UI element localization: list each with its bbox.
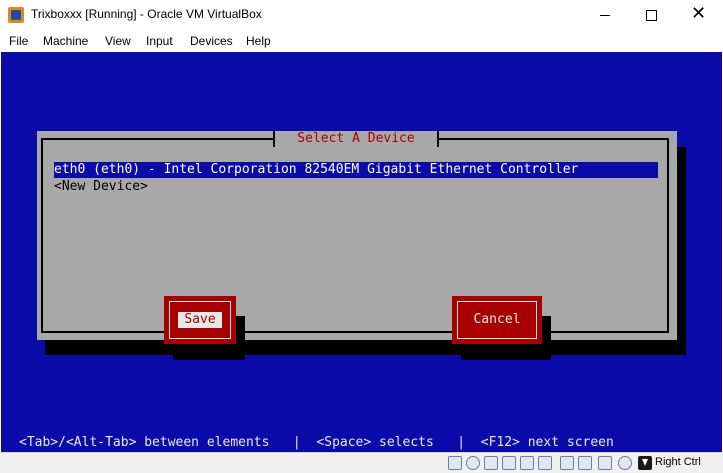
dialog-title: Select A Device bbox=[297, 131, 415, 146]
keyboard-hint-bar: <Tab>/<Alt-Tab> between elements | <Spac… bbox=[19, 435, 614, 450]
cancel-button-label: Cancel bbox=[473, 312, 521, 327]
maximize-button[interactable] bbox=[628, 0, 674, 30]
menu-machine[interactable]: Machine bbox=[43, 34, 88, 48]
virtualbox-icon bbox=[8, 7, 24, 23]
video-capture-icon[interactable] bbox=[578, 456, 592, 470]
mouse-integration-icon[interactable] bbox=[618, 456, 632, 470]
close-icon: ✕ bbox=[691, 3, 707, 24]
menu-file[interactable]: File bbox=[9, 34, 28, 48]
menu-input[interactable]: Input bbox=[146, 34, 173, 48]
menu-bar: File Machine View Input Devices Help bbox=[0, 31, 723, 52]
host-key-icon[interactable] bbox=[638, 456, 652, 470]
window-title: Trixboxxx [Running] - Oracle VM VirtualB… bbox=[31, 7, 262, 21]
save-button-label: Save bbox=[178, 312, 222, 328]
menu-view[interactable]: View bbox=[105, 34, 131, 48]
cancel-button[interactable]: Cancel bbox=[452, 296, 542, 344]
cpu-icon[interactable] bbox=[598, 456, 612, 470]
host-key-label: Right Ctrl bbox=[655, 456, 701, 468]
status-bar: Right Ctrl bbox=[0, 452, 723, 473]
menu-devices[interactable]: Devices bbox=[190, 34, 233, 48]
device-list-item-selected[interactable]: eth0 (eth0) - Intel Corporation 82540EM … bbox=[54, 162, 658, 178]
optical-drive-icon[interactable] bbox=[466, 456, 480, 470]
usb-icon[interactable] bbox=[520, 456, 534, 470]
minimize-icon bbox=[600, 15, 610, 16]
hard-disk-icon[interactable] bbox=[448, 456, 462, 470]
audio-icon[interactable] bbox=[484, 456, 498, 470]
minimize-button[interactable] bbox=[582, 0, 628, 30]
save-button[interactable]: Save bbox=[164, 296, 236, 344]
display-icon[interactable] bbox=[560, 456, 574, 470]
network-icon[interactable] bbox=[502, 456, 516, 470]
vm-screen[interactable]: Select A Device eth0 (eth0) - Intel Corp… bbox=[1, 52, 722, 452]
dialog-title-box: Select A Device bbox=[273, 131, 439, 147]
shared-folders-icon[interactable] bbox=[538, 456, 552, 470]
title-bar: Trixboxxx [Running] - Oracle VM VirtualB… bbox=[0, 0, 723, 30]
device-list-item-new[interactable]: <New Device> bbox=[54, 179, 148, 195]
menu-help[interactable]: Help bbox=[246, 34, 271, 48]
close-button[interactable]: ✕ bbox=[674, 0, 720, 30]
save-button-frame: Save bbox=[169, 301, 231, 339]
cancel-button-frame: Cancel bbox=[457, 301, 537, 339]
maximize-icon bbox=[646, 10, 657, 21]
select-device-dialog: Select A Device eth0 (eth0) - Intel Corp… bbox=[37, 131, 677, 360]
